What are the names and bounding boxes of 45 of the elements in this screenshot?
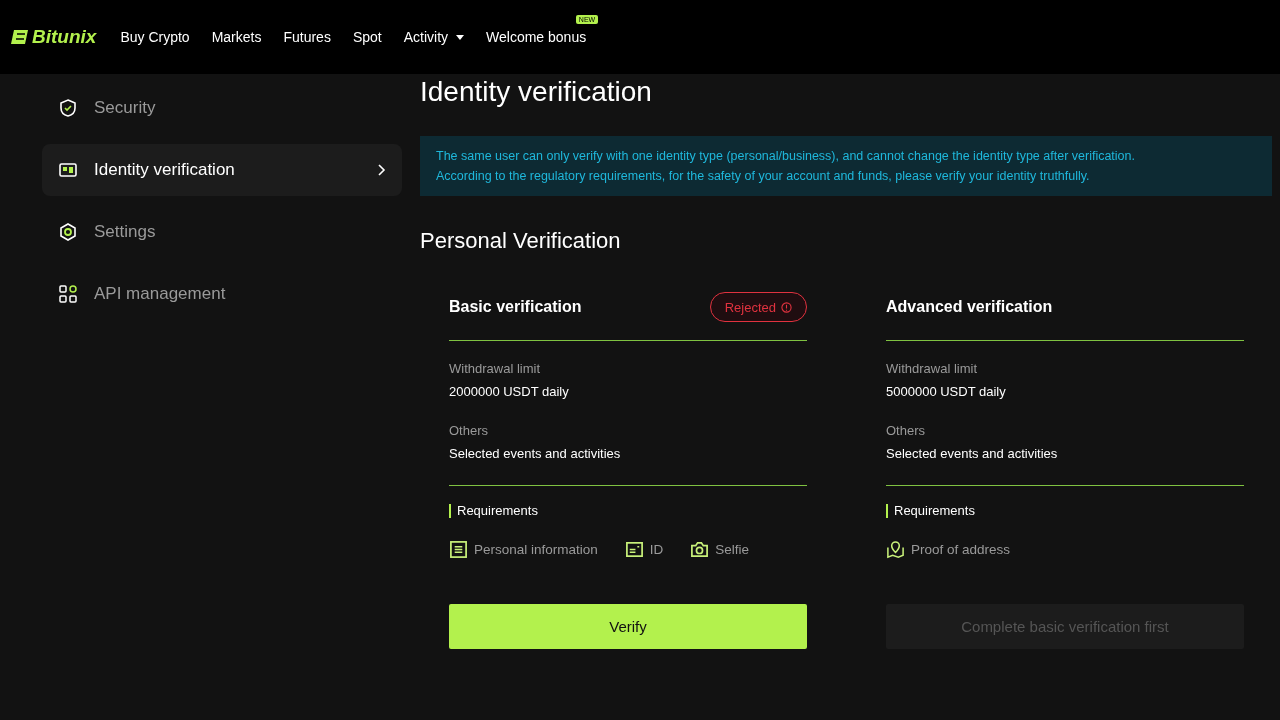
sidebar-item[interactable]: API management: [42, 268, 402, 320]
sidebar-item[interactable]: Security: [42, 82, 402, 134]
field-label: Others: [449, 423, 489, 438]
field-value: Selected events and activities: [449, 446, 622, 461]
field-value: 5000000 USDT daily: [886, 384, 1007, 399]
requirement-label: Personal information: [474, 541, 598, 557]
card-title: Advanced verification: [886, 298, 1053, 316]
page-title: Identity verification: [420, 76, 653, 109]
field-value: 2000000 USDT daily: [449, 384, 570, 399]
requirements-heading: Requirements: [449, 504, 538, 518]
nav-link[interactable]: Futures: [283, 29, 331, 45]
card-title: Basic verification: [449, 298, 582, 316]
requirements-heading: Requirements: [886, 504, 975, 518]
requirement-label: Proof of address: [911, 541, 1011, 557]
document-icon: [449, 539, 468, 559]
notice-text: The same user can only verify with one identity type (personal/business), and cannot change the identity type after verification.: [436, 148, 1136, 165]
field-label: Withdrawal limit: [449, 361, 541, 376]
nav-link[interactable]: Markets: [211, 29, 262, 45]
status-badge[interactable]: Rejected: [709, 292, 807, 322]
logo-text[interactable]: Bitunix: [32, 26, 97, 48]
verify-button[interactable]: Verify: [449, 604, 807, 649]
id-card-icon: [58, 160, 78, 180]
nav-link[interactable]: Welcome bonus: [486, 29, 587, 45]
shield-check-icon: [58, 98, 78, 118]
info-icon: [781, 301, 792, 313]
id-card-icon: [624, 539, 644, 559]
sidebar-item[interactable]: Settings: [42, 206, 402, 258]
hexagon-icon: [58, 222, 78, 242]
section-title: Personal Verification: [420, 228, 622, 254]
map-pin-icon: [886, 539, 905, 559]
field-value: Selected events and activities: [886, 446, 1059, 461]
nav-dropdown[interactable]: Activity: [403, 29, 465, 45]
field-label: Others: [886, 423, 926, 438]
camera-icon: [690, 539, 710, 559]
caret-icon: [456, 34, 465, 40]
requirement-label: ID: [649, 541, 664, 557]
grid-icon: [58, 284, 78, 304]
nav-link[interactable]: Buy Crypto: [120, 29, 190, 45]
requirement-label: Selfie: [715, 541, 750, 557]
nav-link[interactable]: Spot: [352, 29, 382, 45]
sidebar-item[interactable]: Identity verification: [42, 144, 402, 196]
notice-text: According to the regulatory requirements, for the safety of your account and funds, please verify your identity truthfully.: [436, 168, 1091, 185]
chevron-right-icon: [378, 164, 386, 176]
field-label: Withdrawal limit: [886, 361, 978, 376]
logo-icon: [10, 29, 30, 45]
